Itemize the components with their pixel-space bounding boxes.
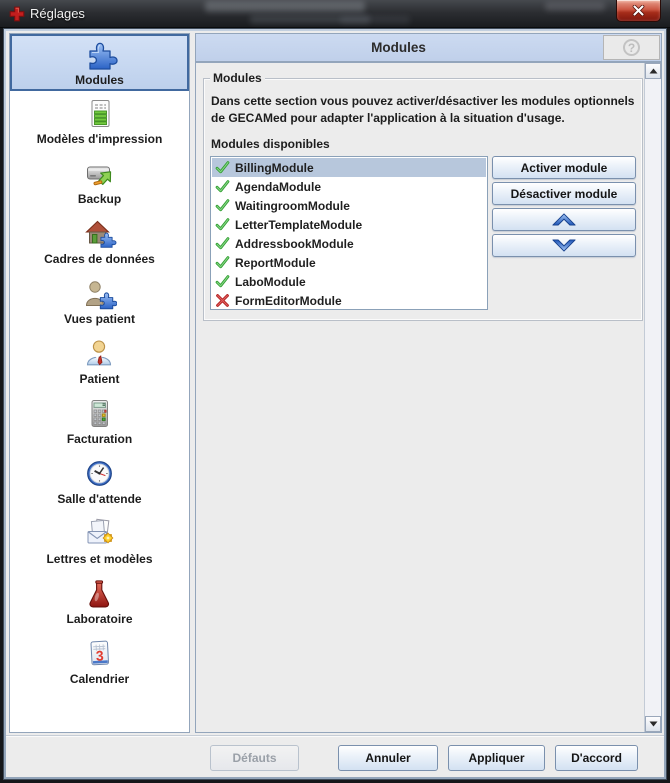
module-row-agenda[interactable]: AgendaModule	[212, 177, 486, 196]
sidebar-item-label: Salle d'attende	[57, 493, 141, 506]
module-name: AddressbookModule	[235, 237, 354, 251]
sidebar-item-backup[interactable]: Backup	[10, 151, 189, 211]
sidebar-item-label: Laboratoire	[66, 613, 132, 626]
triangle-down-icon	[649, 721, 658, 727]
module-name: LetterTemplateModule	[235, 218, 362, 232]
modules-groupbox: Modules Dans cette section vous pouvez a…	[203, 78, 643, 321]
calculator-icon	[82, 397, 118, 431]
module-enabled-check-icon	[214, 179, 230, 195]
deactivate-module-button[interactable]: Désactiver module	[492, 182, 636, 205]
groupbox-legend: Modules	[210, 71, 265, 85]
red-cross-icon	[9, 6, 25, 22]
main-header: Modules ?	[195, 33, 662, 62]
module-enabled-check-icon	[214, 274, 230, 290]
print-template-icon	[82, 97, 118, 131]
help-question-icon: ?	[623, 39, 640, 56]
sidebar-item-cadres-de-donnees[interactable]: Cadres de données	[10, 211, 189, 271]
backup-drive-icon	[82, 157, 118, 191]
sidebar: Modules	[9, 33, 190, 733]
letters-envelope-icon	[82, 517, 118, 551]
triangle-up-icon	[649, 68, 658, 74]
module-enabled-check-icon	[214, 160, 230, 176]
page-title: Modules	[196, 40, 601, 55]
sidebar-item-label: Facturation	[67, 433, 132, 446]
defaults-button[interactable]: Défauts	[210, 745, 299, 771]
chevron-up-icon	[551, 212, 577, 227]
module-name: FormEditorModule	[235, 294, 342, 308]
sidebar-item-laboratoire[interactable]: Laboratoire	[10, 571, 189, 631]
module-row-waitingroom[interactable]: WaitingroomModule	[212, 196, 486, 215]
apply-button[interactable]: Appliquer	[448, 745, 545, 771]
ok-button[interactable]: D'accord	[555, 745, 638, 771]
sidebar-item-calendrier[interactable]: 3 Calendrier	[10, 631, 189, 691]
clock-icon	[82, 457, 118, 491]
sidebar-item-lettres-et-modeles[interactable]: Lettres et modèles	[10, 511, 189, 571]
close-x-icon	[632, 5, 645, 16]
module-row-lettertemplate[interactable]: LetterTemplateModule	[212, 215, 486, 234]
sidebar-item-label: Modules	[75, 74, 124, 87]
window-title: Réglages	[30, 6, 85, 21]
lab-flask-icon	[82, 577, 118, 611]
module-enabled-check-icon	[214, 236, 230, 252]
scroll-up-button[interactable]	[645, 63, 661, 79]
sidebar-item-label: Backup	[78, 193, 121, 206]
person-puzzle-icon	[82, 277, 118, 311]
chevron-down-icon	[551, 238, 577, 253]
module-name: WaitingroomModule	[235, 199, 350, 213]
background-blur-shape	[545, 2, 605, 11]
move-up-button[interactable]	[492, 208, 636, 231]
sidebar-item-patient[interactable]: Patient	[10, 331, 189, 391]
window-frame: Modules	[3, 28, 667, 780]
module-name: LaboModule	[235, 275, 306, 289]
module-enabled-check-icon	[214, 217, 230, 233]
settings-panel: Modules Dans cette section vous pouvez a…	[195, 62, 662, 733]
module-name: ReportModule	[235, 256, 316, 270]
module-row-formeditor[interactable]: FormEditorModule	[212, 291, 486, 310]
cancel-button[interactable]: Annuler	[338, 745, 438, 771]
modules-description: Dans cette section vous pouvez activer/d…	[211, 93, 643, 127]
module-actions: Activer module Désactiver module	[492, 156, 636, 257]
sidebar-item-label: Calendrier	[70, 673, 129, 686]
svg-text:3: 3	[95, 647, 104, 663]
puzzle-piece-icon	[82, 38, 118, 72]
module-enabled-check-icon	[214, 198, 230, 214]
move-down-button[interactable]	[492, 234, 636, 257]
module-enabled-check-icon	[214, 255, 230, 271]
background-blur-shape	[205, 1, 365, 12]
scroll-down-button[interactable]	[645, 716, 661, 732]
sidebar-item-vues-patient[interactable]: Vues patient	[10, 271, 189, 331]
sidebar-item-salle-dattende[interactable]: Salle d'attende	[10, 451, 189, 511]
module-name: BillingModule	[235, 161, 314, 175]
module-name: AgendaModule	[235, 180, 321, 194]
titlebar[interactable]: Réglages	[0, 0, 670, 28]
sidebar-item-label: Modèles d'impression	[37, 133, 163, 146]
module-row-report[interactable]: ReportModule	[212, 253, 486, 272]
patient-person-icon	[82, 337, 118, 371]
settings-window: Réglages Modules	[0, 0, 670, 783]
sidebar-item-facturation[interactable]: Facturation	[10, 391, 189, 451]
modules-list[interactable]: BillingModule AgendaM	[210, 156, 488, 310]
dialog-footer: Défauts Annuler Appliquer D'accord	[6, 735, 664, 777]
module-row-labo[interactable]: LaboModule	[212, 272, 486, 291]
settings-dialog: Modules	[6, 31, 664, 777]
sidebar-item-modules[interactable]: Modules	[10, 34, 189, 91]
close-button[interactable]	[616, 0, 661, 22]
help-button[interactable]: ?	[603, 35, 660, 60]
modules-section: Modules Dans cette section vous pouvez a…	[196, 63, 644, 732]
house-puzzle-icon	[82, 217, 118, 251]
calendar-icon: 3	[82, 637, 118, 671]
sidebar-item-label: Vues patient	[64, 313, 135, 326]
module-row-billing[interactable]: BillingModule	[212, 158, 486, 177]
sidebar-item-modeles-impression[interactable]: Modèles d'impression	[10, 91, 189, 151]
sidebar-item-label: Patient	[79, 373, 119, 386]
modules-list-label: Modules disponibles	[211, 137, 636, 151]
activate-module-button[interactable]: Activer module	[492, 156, 636, 179]
sidebar-item-label: Lettres et modèles	[46, 553, 152, 566]
vertical-scrollbar[interactable]	[644, 63, 661, 732]
sidebar-item-label: Cadres de données	[44, 253, 155, 266]
module-row-addressbook[interactable]: AddressbookModule	[212, 234, 486, 253]
background-blur-shape	[340, 16, 410, 24]
module-disabled-cross-icon	[214, 293, 230, 309]
